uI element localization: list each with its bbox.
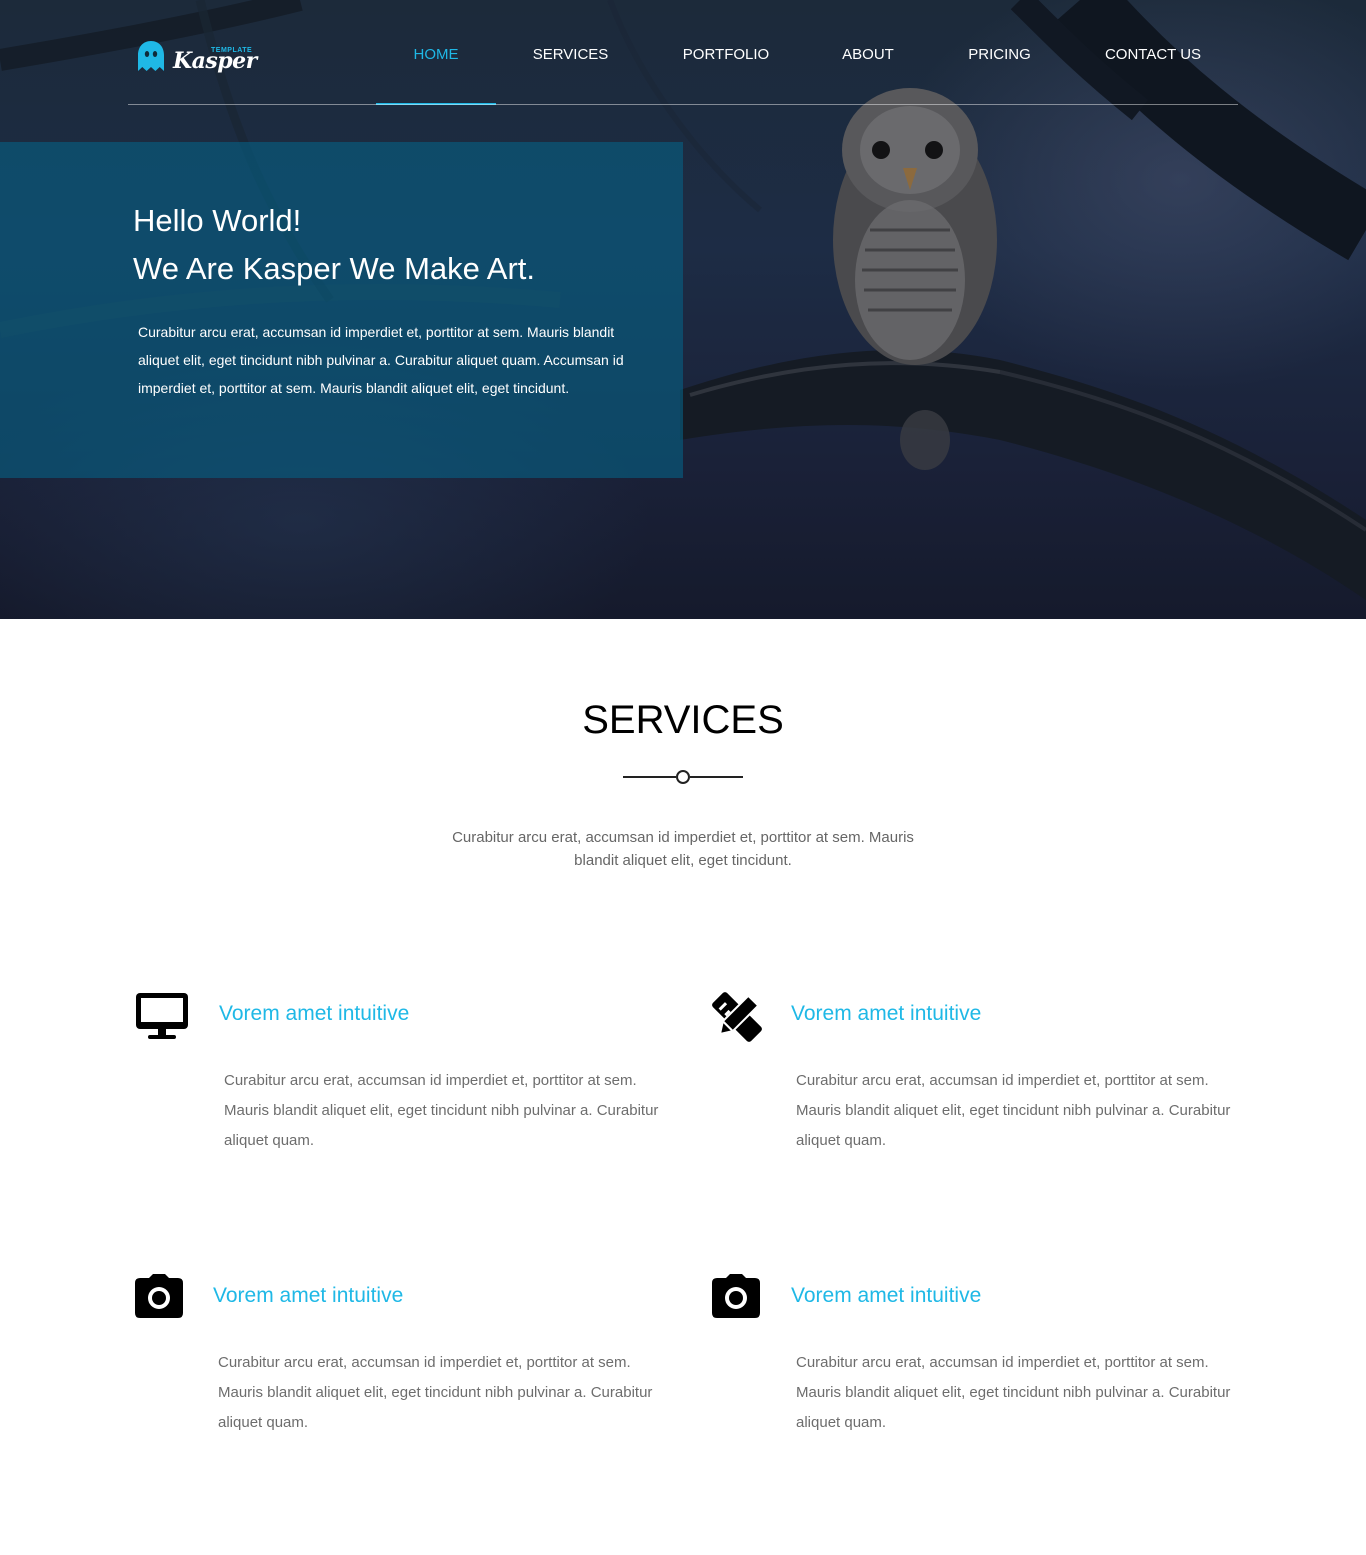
service-text: Curabitur arcu erat, accumsan id imperdi…: [224, 1072, 659, 1149]
services-title: SERVICES: [582, 698, 784, 742]
hero-heading-line2: We Are Kasper We Make Art.: [133, 251, 536, 286]
service-item: Vorem amet intuitive Curabitur arcu erat…: [135, 1274, 695, 1474]
service-text: Curabitur arcu erat, accumsan id imperdi…: [796, 1354, 1231, 1431]
logo-wordmark: TEMPLATE Kasper: [173, 38, 257, 74]
desktop-icon: [136, 993, 188, 1039]
logo-brand-name: Kasper: [173, 48, 257, 74]
service-item: Vorem amet intuitive Curabitur arcu erat…: [712, 992, 1272, 1192]
camera-icon: [135, 1274, 183, 1318]
nav-link-home[interactable]: HOME: [376, 0, 496, 105]
nav-link-portfolio[interactable]: PORTFOLIO: [645, 0, 807, 104]
nav-link-services[interactable]: SERVICES: [496, 0, 645, 104]
camera-icon: [712, 1274, 760, 1318]
nav-link-about[interactable]: ABOUT: [807, 0, 929, 104]
nav-divider-line: [128, 104, 1238, 105]
service-item: Vorem amet intuitive Curabitur arcu erat…: [712, 1274, 1272, 1474]
pencil-ruler-icon: [712, 992, 762, 1042]
hero-section: TEMPLATE Kasper HOME SERVICES PORTFOLIO …: [0, 0, 1366, 619]
nav-link-contact-us[interactable]: CONTACT US: [1070, 0, 1236, 104]
service-title: Vorem amet intuitive: [219, 1002, 410, 1025]
service-text: Curabitur arcu erat, accumsan id imperdi…: [796, 1072, 1231, 1149]
service-title: Vorem amet intuitive: [791, 1002, 982, 1025]
main-navigation: HOME SERVICES PORTFOLIO ABOUT PRICING CO…: [376, 0, 1236, 105]
hero-text: Curabitur arcu erat, accumsan id imperdi…: [138, 324, 624, 396]
service-item: Vorem amet intuitive Curabitur arcu erat…: [135, 992, 695, 1192]
service-title: Vorem amet intuitive: [213, 1284, 404, 1307]
ghost-logo-icon: [138, 41, 164, 71]
site-logo[interactable]: TEMPLATE Kasper: [137, 38, 257, 74]
nav-link-pricing[interactable]: PRICING: [929, 0, 1070, 104]
service-title: Vorem amet intuitive: [791, 1284, 982, 1307]
hero-heading: Hello World! We Are Kasper We Make Art.: [133, 197, 653, 293]
services-description: Curabitur arcu erat, accumsan id imperdi…: [452, 829, 914, 869]
section-divider: [623, 770, 743, 784]
hero-intro-box: Hello World! We Are Kasper We Make Art. …: [0, 142, 683, 478]
service-text: Curabitur arcu erat, accumsan id imperdi…: [218, 1354, 653, 1431]
hero-heading-line1: Hello World!: [133, 203, 302, 238]
